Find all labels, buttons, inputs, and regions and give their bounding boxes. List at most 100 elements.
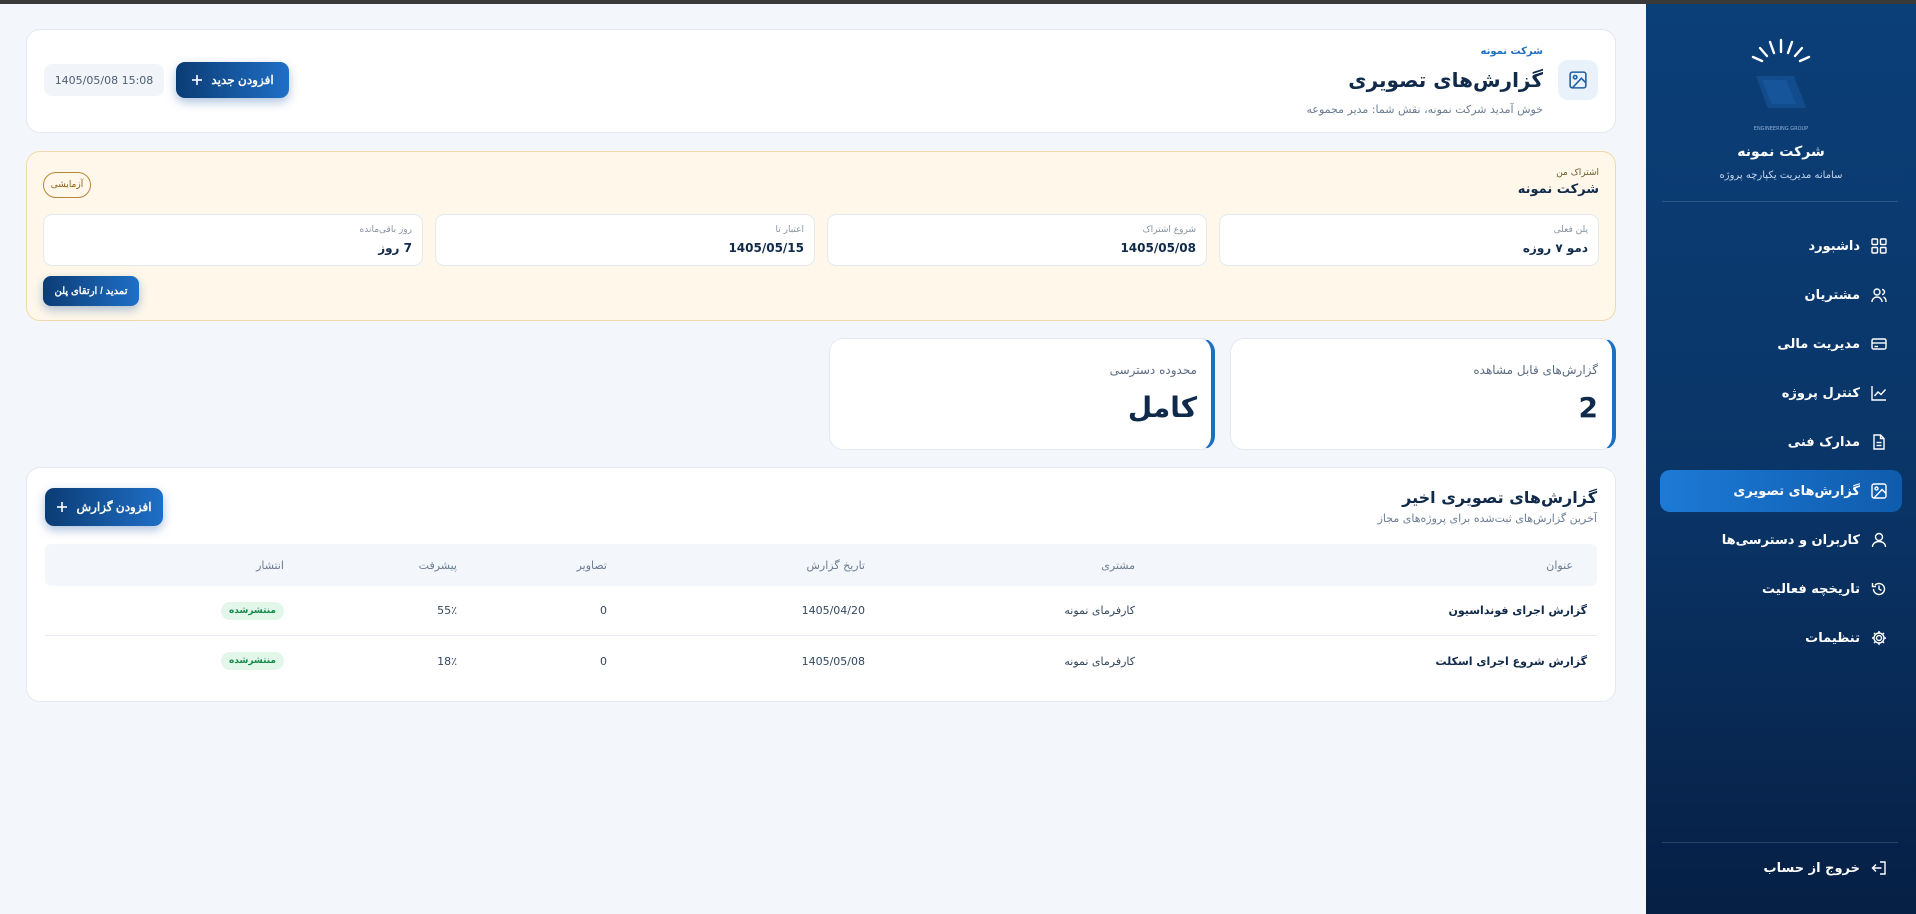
status-badge: منتشرشده [220, 652, 284, 670]
logo-text: ENGINEERING GROUP [1754, 126, 1808, 132]
info-label: اعتبار تا [775, 225, 805, 235]
stat-label: گزارش‌های قابل مشاهده [1473, 363, 1598, 377]
sidebar-item-visual-reports[interactable]: گزارش‌های تصویری [1660, 470, 1902, 512]
sidebar-item-label: مدارک فنی [1787, 434, 1860, 450]
cell-publish: منتشرشده [220, 636, 284, 686]
sidebar-item-label: کاربران و دسترسی‌ها [1721, 532, 1860, 548]
add-report-label: افزودن گزارش [76, 500, 152, 514]
brand-name: شرکت نمونه [1737, 144, 1825, 160]
logout-icon [1870, 859, 1888, 877]
cell-publish: منتشرشده [220, 586, 284, 635]
cell-title: گزارش اجرای فونداسیون [1448, 604, 1587, 617]
cell-client: کارفرمای نمونه [1064, 604, 1135, 617]
chart-line-icon [1870, 384, 1888, 402]
info-label: پلن فعلی [1553, 225, 1588, 235]
sidebar-item-label: مدیریت مالی [1777, 336, 1860, 352]
sidebar-item-customers[interactable]: مشتریان [1660, 274, 1902, 316]
info-value: 1405/05/15 [728, 241, 804, 255]
sidebar-item-technical-docs[interactable]: مدارک فنی [1660, 421, 1902, 463]
info-subscription-start: شروع اشتراک 1405/05/08 [827, 214, 1207, 266]
card-icon [1870, 335, 1888, 353]
sidebar-item-label: کنترل پروژه [1781, 385, 1860, 401]
column-header-title[interactable]: عنوان [1546, 544, 1573, 586]
reports-table: عنوان مشتری تاریخ گزارش تصاویر پیشرفت ان… [45, 544, 1597, 686]
plus-icon [191, 74, 203, 86]
table-row[interactable]: گزارش اجرای فونداسیون کارفرمای نمونه 140… [45, 586, 1597, 636]
info-value: 7 روز [378, 241, 412, 255]
cell-images: 0 [600, 604, 607, 617]
plus-icon [56, 501, 68, 513]
add-new-label: افزودن جدید [211, 73, 274, 87]
table-row[interactable]: گزارش شروع اجرای اسکلت کارفرمای نمونه 14… [45, 636, 1597, 686]
document-icon [1870, 433, 1888, 451]
column-header-progress[interactable]: پیشرفت [419, 544, 457, 586]
sidebar-item-project-control[interactable]: کنترل پروژه [1660, 372, 1902, 414]
logout-label: خروج از حساب [1763, 860, 1860, 876]
history-icon [1870, 580, 1888, 598]
sidebar-item-activity-history[interactable]: تاریخچه فعالیت [1660, 568, 1902, 610]
info-value: دمو ۷ روزه [1522, 241, 1588, 255]
page-title: گزارش‌های تصویری [1348, 68, 1543, 92]
company-label: شرکت نمونه [1480, 46, 1544, 57]
stat-value: کامل [1127, 391, 1197, 424]
user-icon [1870, 531, 1888, 549]
table-header: عنوان مشتری تاریخ گزارش تصاویر پیشرفت ان… [45, 544, 1597, 586]
stat-access-scope: محدوده دسترسی کامل [829, 338, 1215, 450]
reports-title: گزارش‌های تصویری اخیر [1402, 488, 1597, 507]
cell-progress: 55٪ [437, 604, 457, 617]
sidebar-item-settings[interactable]: تنظیمات [1660, 617, 1902, 659]
page-header: شرکت نمونه گزارش‌های تصویری خوش آمدید شر… [26, 29, 1616, 133]
gear-icon [1870, 629, 1888, 647]
sidebar-item-dashboard[interactable]: داشبورد [1660, 225, 1902, 267]
info-days-remaining: روز باقی‌مانده 7 روز [43, 214, 423, 266]
recent-reports-panel: گزارش‌های تصویری اخیر آخرین گزارش‌های ثب… [26, 467, 1616, 702]
trial-badge: آزمایشی [43, 172, 91, 198]
cell-client: کارفرمای نمونه [1064, 654, 1135, 668]
info-valid-until: اعتبار تا 1405/05/15 [435, 214, 815, 266]
cell-images: 0 [600, 654, 607, 668]
stat-label: محدوده دسترسی [1109, 363, 1197, 377]
sidebar-item-finance[interactable]: مدیریت مالی [1660, 323, 1902, 365]
info-label: روز باقی‌مانده [359, 225, 412, 235]
sidebar-item-users-access[interactable]: کاربران و دسترسی‌ها [1660, 519, 1902, 561]
info-label: شروع اشتراک [1142, 225, 1196, 235]
sidebar-item-label: مشتریان [1804, 287, 1860, 303]
datetime-display: 1405/05/08 15:08 [44, 64, 164, 96]
status-badge: منتشرشده [220, 601, 284, 620]
sidebar-item-label: تنظیمات [1805, 630, 1860, 646]
sidebar-item-label: تاریخچه فعالیت [1762, 581, 1860, 597]
window-top-border [0, 0, 1916, 4]
column-header-images[interactable]: تصاویر [577, 544, 607, 586]
stat-visible-reports: گزارش‌های قابل مشاهده 2 [1230, 338, 1616, 450]
reports-subtitle: آخرین گزارش‌های ثبت‌شده برای پروژه‌های م… [1377, 512, 1597, 525]
cell-date: 1405/05/08 [801, 654, 865, 668]
add-report-button[interactable]: افزودن گزارش [45, 488, 163, 526]
grid-icon [1870, 237, 1888, 255]
cell-progress: 18٪ [437, 654, 457, 668]
sidebar-item-label: گزارش‌های تصویری [1733, 483, 1860, 499]
logout-button[interactable]: خروج از حساب [1660, 847, 1902, 889]
subscription-name: شرکت نمونه [1517, 182, 1599, 197]
column-header-publish[interactable]: انتشار [256, 544, 284, 586]
sidebar: ENGINEERING GROUP شرکت نمونه سامانه مدیر… [1646, 4, 1916, 914]
subscription-panel: اشتراک من شرکت نمونه آزمایشی پلن فعلی دم… [26, 151, 1616, 321]
renew-upgrade-button[interactable]: تمدید / ارتقای پلن [43, 276, 139, 306]
image-icon [1870, 482, 1888, 500]
welcome-text: خوش آمدید شرکت نمونه، نقش شما: مدیر مجمو… [1306, 103, 1543, 116]
cell-date: 1405/04/20 [801, 604, 865, 617]
column-header-date[interactable]: تاریخ گزارش [807, 544, 866, 586]
sidebar-divider [1662, 201, 1898, 202]
image-icon [1558, 60, 1598, 100]
brand-subtitle: سامانه مدیریت یکپارچه پروژه [1719, 170, 1843, 181]
company-logo: ENGINEERING GROUP [1736, 34, 1826, 134]
info-current-plan: پلن فعلی دمو ۷ روزه [1219, 214, 1599, 266]
sidebar-item-label: داشبورد [1808, 238, 1860, 254]
users-icon [1870, 286, 1888, 304]
stat-value: 2 [1578, 391, 1598, 424]
sidebar-divider [1662, 842, 1898, 843]
add-new-button[interactable]: افزودن جدید [176, 62, 289, 98]
cell-title: گزارش شروع اجرای اسکلت [1435, 654, 1587, 668]
info-value: 1405/05/08 [1120, 241, 1196, 255]
column-header-client[interactable]: مشتری [1101, 544, 1135, 586]
subscription-label: اشتراک من [1556, 168, 1599, 178]
